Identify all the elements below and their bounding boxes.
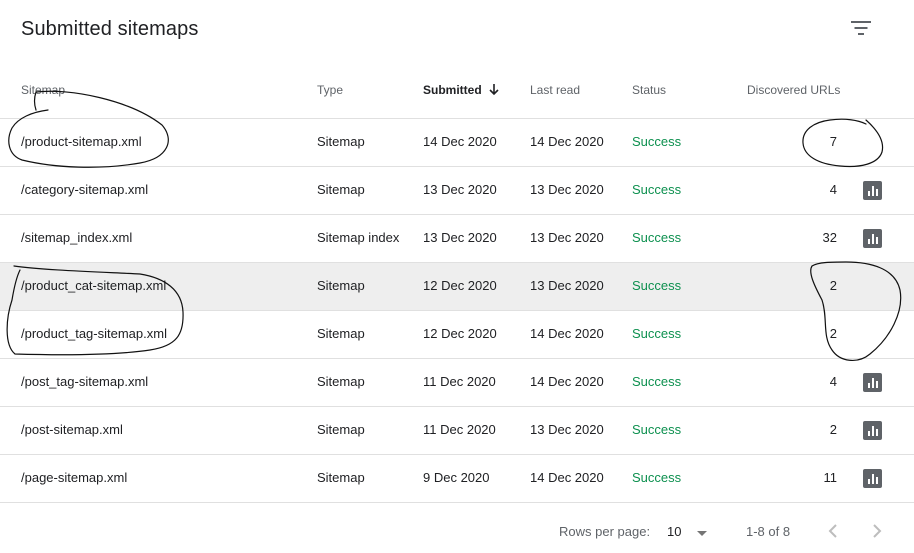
sitemap-cell: /product_tag-sitemap.xml (21, 326, 167, 341)
discovered-urls-cell: 4 (829, 374, 837, 389)
type-cell: Sitemap index (317, 230, 400, 245)
table-row[interactable]: /post_tag-sitemap.xml Sitemap 11 Dec 2020 1… (0, 359, 914, 407)
discovered-urls-cell: 2 (829, 278, 837, 293)
bar-chart-icon[interactable] (863, 373, 882, 392)
table-row[interactable]: /post-sitemap.xml Sitemap 11 Dec 2020 13 De… (0, 407, 914, 455)
discovered-urls-cell: 7 (829, 134, 837, 149)
caret-down-icon (697, 531, 707, 536)
submitted-date-cell: 12 Dec 2020 (423, 278, 497, 293)
next-page-button[interactable] (865, 519, 889, 543)
status-cell: Success (632, 374, 682, 389)
last-read-date-cell: 14 Dec 2020 (530, 326, 604, 341)
column-header-sitemap[interactable]: Sitemap (21, 83, 65, 97)
sitemap-cell: /product-sitemap.xml (21, 134, 142, 149)
sitemap-cell: /sitemap_index.xml (21, 230, 133, 245)
table-row[interactable]: /product_tag-sitemap.xml Sitemap 12 Dec 20… (0, 311, 914, 359)
rows-per-page-select[interactable]: 10 (667, 524, 711, 542)
type-cell: Sitemap (317, 470, 365, 485)
discovered-urls-cell: 11 (823, 470, 838, 485)
submitted-date-cell: 13 Dec 2020 (423, 182, 497, 197)
sitemap-cell: /page-sitemap.xml (21, 470, 128, 485)
table-row[interactable]: /product_cat-sitemap.xml Sitemap 12 Dec 20… (0, 263, 914, 311)
table-row[interactable]: /sitemap_index.xml Sitemap index 13 Dec 20… (0, 215, 914, 263)
bar-chart-icon[interactable] (863, 229, 882, 248)
rows-per-page-value: 10 (667, 524, 682, 539)
table-row[interactable]: /category-sitemap.xml Sitemap 13 Dec 2020 1… (0, 167, 914, 215)
last-read-date-cell: 14 Dec 2020 (530, 134, 604, 149)
last-read-date-cell: 13 Dec 2020 (530, 182, 604, 197)
type-cell: Sitemap (317, 134, 365, 149)
type-cell: Sitemap (317, 182, 365, 197)
type-cell: Sitemap (317, 374, 365, 389)
bar-chart-icon[interactable] (863, 469, 882, 488)
status-cell: Success (632, 182, 682, 197)
status-cell: Success (632, 422, 682, 437)
last-read-date-cell: 14 Dec 2020 (530, 470, 604, 485)
pagination-footer: Rows per page: 10 1-8 of 8 (0, 505, 914, 553)
pagination-range: 1-8 of 8 (746, 524, 791, 539)
rows-per-page-label: Rows per page: (559, 524, 651, 539)
type-cell: Sitemap (317, 278, 365, 293)
table-row[interactable]: /page-sitemap.xml Sitemap 9 Dec 2020 14 Dec… (0, 455, 914, 503)
chevron-right-icon (873, 524, 882, 538)
submitted-date-cell: 9 Dec 2020 (423, 470, 490, 485)
bar-chart-icon[interactable] (863, 181, 882, 200)
previous-page-button[interactable] (821, 519, 845, 543)
column-header-submitted[interactable]: Submitted (423, 83, 500, 99)
last-read-date-cell: 13 Dec 2020 (530, 278, 604, 293)
sitemap-cell: /post_tag-sitemap.xml (21, 374, 149, 389)
last-read-date-cell: 13 Dec 2020 (530, 230, 604, 245)
status-cell: Success (632, 470, 682, 485)
type-cell: Sitemap (317, 326, 365, 341)
discovered-urls-cell: 2 (829, 326, 837, 341)
submitted-date-cell: 12 Dec 2020 (423, 326, 497, 341)
discovered-urls-cell: 32 (822, 230, 837, 245)
table-row[interactable]: /product-sitemap.xml Sitemap 14 Dec 2020 14… (0, 119, 914, 167)
column-header-status[interactable]: Status (632, 83, 666, 97)
sitemap-cell: /category-sitemap.xml (21, 182, 149, 197)
submitted-date-cell: 11 Dec 2020 (423, 374, 496, 389)
header: Submitted sitemaps (0, 0, 914, 64)
last-read-date-cell: 14 Dec 2020 (530, 374, 604, 389)
page-title: Submitted sitemaps (21, 18, 199, 40)
column-header-last-read[interactable]: Last read (530, 83, 580, 97)
filter-icon[interactable] (847, 14, 875, 42)
arrow-down-icon (488, 83, 500, 99)
discovered-urls-cell: 2 (829, 422, 837, 437)
submitted-date-cell: 11 Dec 2020 (423, 422, 496, 437)
submitted-date-cell: 13 Dec 2020 (423, 230, 497, 245)
discovered-urls-cell: 4 (829, 182, 837, 197)
chevron-left-icon (828, 524, 837, 538)
table-header: Sitemap Type Submitted Last read Status … (0, 64, 914, 119)
status-cell: Success (632, 134, 682, 149)
column-header-discovered-urls[interactable]: Discovered URLs (747, 83, 840, 97)
sitemap-cell: /post-sitemap.xml (21, 422, 123, 437)
last-read-date-cell: 13 Dec 2020 (530, 422, 604, 437)
bar-chart-icon[interactable] (863, 421, 882, 440)
submitted-date-cell: 14 Dec 2020 (423, 134, 497, 149)
column-header-submitted-label: Submitted (423, 83, 482, 97)
status-cell: Success (632, 278, 682, 293)
status-cell: Success (632, 230, 682, 245)
column-header-type[interactable]: Type (317, 83, 343, 97)
sitemap-cell: /product_cat-sitemap.xml (21, 278, 167, 293)
type-cell: Sitemap (317, 422, 365, 437)
status-cell: Success (632, 326, 682, 341)
